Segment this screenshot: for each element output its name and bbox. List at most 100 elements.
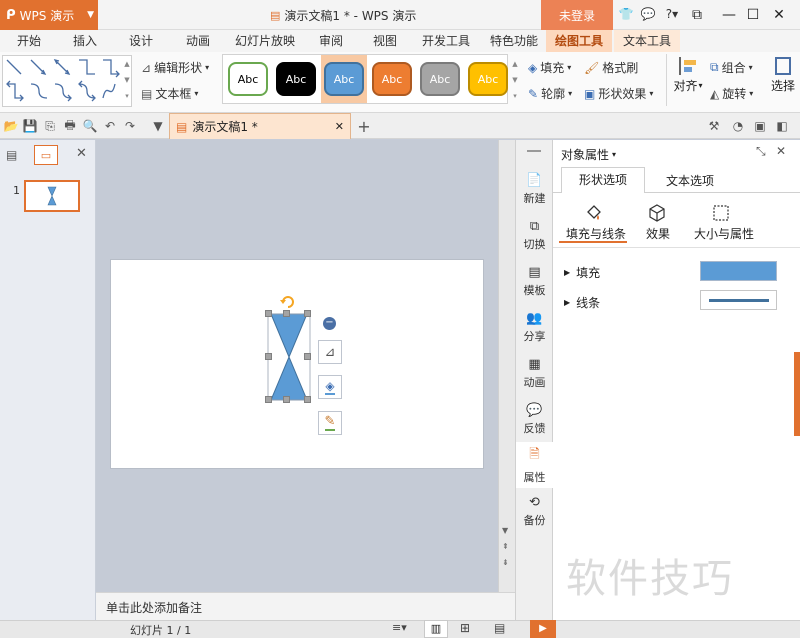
undo-icon[interactable]: ↶ xyxy=(102,118,118,134)
print-icon[interactable]: 🖶 xyxy=(62,118,78,134)
tab-home[interactable]: 开始 xyxy=(8,30,50,52)
shape-style-2[interactable]: Abc xyxy=(276,62,316,96)
restore-ribbon-icon[interactable]: ⧉ xyxy=(686,4,708,26)
sidebar-item-template[interactable]: ▤ 模板 xyxy=(516,258,553,304)
group-button[interactable]: ⧉ 组合 ▾ xyxy=(710,59,753,76)
tab-review[interactable]: 审阅 xyxy=(312,30,350,52)
notes-toggle-icon[interactable]: ≡▾ xyxy=(392,621,407,634)
fill-button[interactable]: ◈ 填充 ▾ xyxy=(528,59,571,76)
slide-sorter-icon[interactable]: ⊞ xyxy=(460,621,470,635)
more-icon[interactable]: ◧ xyxy=(774,118,790,134)
resize-handle[interactable] xyxy=(304,310,311,317)
previous-slide-icon[interactable]: ⇞ xyxy=(502,542,509,551)
sidebar-item-share[interactable]: 👥 分享 xyxy=(516,304,553,350)
tab-animation[interactable]: 动画 xyxy=(177,30,219,52)
resize-handle[interactable] xyxy=(304,353,311,360)
outline-button[interactable]: ✎ 轮廓 ▾ xyxy=(528,85,572,102)
shape-style-1[interactable]: Abc xyxy=(228,62,268,96)
select-pane-button[interactable]: 选择 xyxy=(766,57,800,103)
tab-features[interactable]: 特色功能 xyxy=(484,30,544,52)
subtab-effects[interactable]: 效果 xyxy=(646,225,670,242)
tab-insert[interactable]: 插入 xyxy=(64,30,106,52)
skin-icon[interactable]: 👕 xyxy=(618,6,634,22)
app-menu-button[interactable]: ᑭ WPS 演示 ▼ xyxy=(0,0,98,30)
play-slideshow-icon[interactable]: ▶ xyxy=(530,620,556,638)
tab-design[interactable]: 设计 xyxy=(120,30,162,52)
normal-view-icon[interactable]: ▥ xyxy=(424,620,448,638)
float-edit-shape-button[interactable]: ⊿ xyxy=(318,340,342,364)
subtab-fill-line[interactable]: 填充与线条 xyxy=(566,225,626,242)
shape-effects-button[interactable]: ▣ 形状效果 ▾ xyxy=(584,85,653,102)
scroll-down-arrow-icon[interactable]: ▼ xyxy=(502,526,508,535)
tools-icon[interactable]: ⚒ xyxy=(706,118,722,134)
tab-text-tools[interactable]: 文本工具 xyxy=(614,30,680,52)
text-box-button[interactable]: ▤ 文本框 ▾ xyxy=(141,85,198,102)
style-gallery-scroll-icon[interactable]: ▲ ▼ ▾ xyxy=(511,56,519,106)
print-preview-icon[interactable]: 🔍 xyxy=(82,118,98,134)
redo-icon[interactable]: ↷ xyxy=(122,118,138,134)
customize-toolbar-icon[interactable]: ▼ xyxy=(150,118,166,134)
tab-view[interactable]: 视图 xyxy=(366,30,404,52)
fill-section-toggle[interactable]: ▶ 填充 xyxy=(564,264,600,281)
minimize-button[interactable]: — xyxy=(718,4,740,26)
outline-view-icon[interactable]: ▤ xyxy=(6,148,17,162)
resize-handle[interactable] xyxy=(265,310,272,317)
resize-handle[interactable] xyxy=(304,396,311,403)
format-brush-button[interactable]: 🖌 格式刷 xyxy=(584,59,638,76)
slide-thumbnail[interactable] xyxy=(24,180,80,212)
sidebar-item-new[interactable]: 📄 新建 xyxy=(516,166,553,212)
rotate-handle-icon[interactable] xyxy=(279,292,297,310)
edit-shape-button[interactable]: ⊿ 编辑形状 ▾ xyxy=(141,59,209,76)
resize-handle[interactable] xyxy=(265,396,272,403)
close-pane-icon[interactable]: ✕ xyxy=(76,146,87,161)
window-icon[interactable]: ▣ xyxy=(752,118,768,134)
line-shape-gallery[interactable] xyxy=(2,55,132,107)
panel-collapse-handle[interactable] xyxy=(794,352,800,436)
sidebar-item-feedback[interactable]: 💬 反馈 xyxy=(516,396,553,442)
help-icon[interactable]: ?▾ xyxy=(662,6,682,22)
reading-view-icon[interactable]: ▤ xyxy=(494,621,505,635)
close-button[interactable]: ✕ xyxy=(768,4,790,26)
shape-style-5[interactable]: Abc xyxy=(420,62,460,96)
float-outline-button[interactable]: ✎ xyxy=(318,411,342,435)
close-panel-icon[interactable]: ✕ xyxy=(776,144,786,158)
tab-text-options[interactable]: 文本选项 xyxy=(648,172,732,189)
tab-drawing-tools[interactable]: 绘图工具 xyxy=(546,30,612,52)
dock-panel-icon[interactable]: ⤡ xyxy=(756,144,766,159)
shape-style-4[interactable]: Abc xyxy=(372,62,412,96)
resize-handle[interactable] xyxy=(283,310,290,317)
chat-icon[interactable]: 💬 xyxy=(640,6,656,22)
save-icon[interactable]: 💾 xyxy=(22,118,38,134)
align-button[interactable]: 对齐 ▾ xyxy=(670,57,706,103)
new-tab-icon[interactable]: + xyxy=(356,117,372,136)
properties-title[interactable]: 对象属性 ▾ xyxy=(561,146,616,163)
subtab-size-properties[interactable]: 大小与属性 xyxy=(694,225,754,242)
backup-cloud-icon[interactable]: ◔ xyxy=(730,118,746,134)
document-tab[interactable]: ▤ 演示文稿1 * ✕ xyxy=(169,113,351,139)
vertical-scrollbar[interactable] xyxy=(498,140,515,592)
slides-view-icon[interactable]: ▭ xyxy=(34,145,58,165)
tab-developer[interactable]: 开发工具 xyxy=(418,30,474,52)
float-fill-button[interactable]: ◈ xyxy=(318,375,342,399)
resize-handle[interactable] xyxy=(283,396,290,403)
sidebar-item-animation[interactable]: ▦ 动画 xyxy=(516,350,553,396)
open-folder-icon[interactable]: 📂 xyxy=(3,118,19,134)
sidebar-item-properties[interactable]: 🗎 属性 xyxy=(516,442,553,488)
tab-shape-options[interactable]: 形状选项 xyxy=(561,167,645,193)
export-icon[interactable]: ⎘ xyxy=(42,118,58,134)
next-slide-icon[interactable]: ⇟ xyxy=(502,558,509,567)
sidebar-item-backup[interactable]: ⟲ 备份 xyxy=(516,488,553,534)
line-style-swatch[interactable] xyxy=(700,290,777,310)
fill-color-swatch[interactable] xyxy=(700,261,777,281)
login-button[interactable]: 未登录 xyxy=(541,0,613,30)
sidebar-item-transition[interactable]: ⧉ 切换 xyxy=(516,212,553,258)
line-section-toggle[interactable]: ▶ 线条 xyxy=(564,294,600,311)
maximize-button[interactable]: ☐ xyxy=(742,4,764,26)
collapse-float-icon[interactable]: − xyxy=(323,317,336,330)
tab-slideshow[interactable]: 幻灯片放映 xyxy=(232,30,298,52)
notes-area[interactable]: 单击此处添加备注 xyxy=(96,592,515,620)
gallery-scroll-icon[interactable]: ▲ ▼ ▾ xyxy=(123,56,131,106)
close-tab-icon[interactable]: ✕ xyxy=(335,120,344,133)
rotate-button[interactable]: ◭ 旋转 ▾ xyxy=(710,85,753,102)
shape-style-3[interactable]: Abc xyxy=(324,62,364,96)
